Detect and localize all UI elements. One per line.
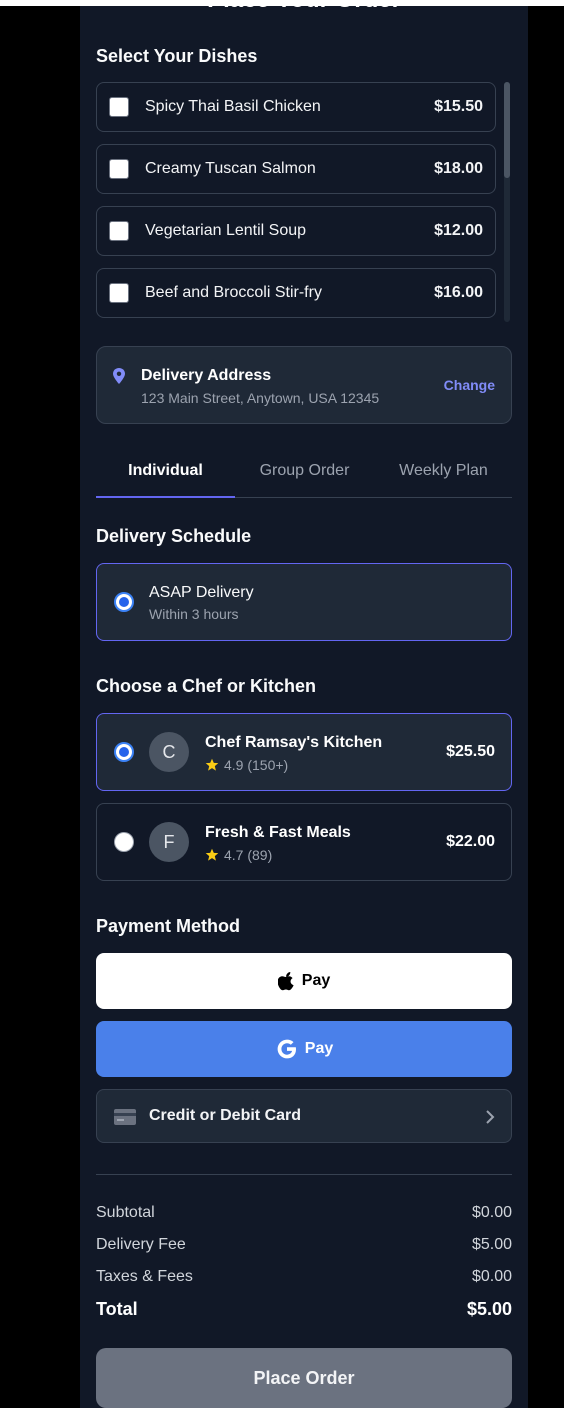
google-logo-icon <box>277 1039 296 1059</box>
chef-price: $25.50 <box>446 743 495 760</box>
chef-option[interactable]: C Chef Ramsay's Kitchen 4.9 (150+) $25.5… <box>96 713 512 791</box>
active-tab-indicator <box>96 496 235 498</box>
chef-rating: 4.9 (150+) <box>205 757 288 773</box>
delivery-fee-row: Delivery Fee $5.00 <box>96 1236 512 1254</box>
tab-group-order[interactable]: Group Order <box>235 462 374 480</box>
place-order-button[interactable]: Place Order <box>96 1348 512 1408</box>
schedule-section-title: Delivery Schedule <box>96 526 252 546</box>
dish-price: $15.50 <box>434 98 483 115</box>
total-value: $5.00 <box>466 1299 512 1319</box>
payment-section-title: Payment Method <box>96 916 241 936</box>
dish-list-scrollbar[interactable] <box>504 82 510 322</box>
change-address-link[interactable]: Change <box>444 377 495 393</box>
tab-weekly-plan[interactable]: Weekly Plan <box>374 462 513 480</box>
dish-item[interactable]: Spicy Thai Basil Chicken $15.50 <box>96 82 496 132</box>
chef-option[interactable]: F Fresh & Fast Meals 4.7 (89) $22.00 <box>96 803 512 881</box>
delivery-fee-value: $5.00 <box>471 1236 512 1253</box>
chef-avatar: F <box>149 822 189 862</box>
chef-rating-text: 4.9 (150+) <box>224 757 289 773</box>
chef-radio[interactable] <box>114 742 134 762</box>
chef-rating: 4.7 (89) <box>205 847 272 863</box>
chef-avatar: C <box>149 732 189 772</box>
dish-checkbox[interactable] <box>109 159 129 179</box>
taxes-value: $0.00 <box>471 1268 512 1285</box>
dish-item[interactable]: Beef and Broccoli Stir-fry $16.00 <box>96 268 496 318</box>
schedule-option-title: ASAP Delivery <box>149 584 254 601</box>
delivery-address-card: Delivery Address 123 Main Street, Anytow… <box>96 346 512 424</box>
asap-radio[interactable] <box>114 592 134 612</box>
star-icon <box>205 758 219 771</box>
location-pin-icon <box>113 368 125 384</box>
chef-name: Fresh & Fast Meals <box>205 824 351 841</box>
subtotal-label: Subtotal <box>96 1204 155 1221</box>
schedule-option-subtitle: Within 3 hours <box>149 606 239 622</box>
scrollbar-thumb[interactable] <box>504 82 510 178</box>
dish-name: Spicy Thai Basil Chicken <box>145 98 321 115</box>
subtotal-value: $0.00 <box>471 1204 512 1221</box>
apple-pay-button[interactable]: Pay <box>96 953 512 1009</box>
dish-item[interactable]: Vegetarian Lentil Soup $12.00 <box>96 206 496 256</box>
dish-checkbox[interactable] <box>109 283 129 303</box>
credit-card-label: Credit or Debit Card <box>149 1107 302 1124</box>
chef-rating-text: 4.7 (89) <box>224 847 273 863</box>
dish-name: Vegetarian Lentil Soup <box>145 222 307 239</box>
address-line: 123 Main Street, Anytown, USA 12345 <box>141 390 380 406</box>
page-title: Place Your Order <box>80 6 528 14</box>
dish-name: Creamy Tuscan Salmon <box>145 160 316 177</box>
dish-checkbox[interactable] <box>109 97 129 117</box>
chef-price: $22.00 <box>446 833 495 850</box>
dish-name: Beef and Broccoli Stir-fry <box>145 284 322 301</box>
chef-radio[interactable] <box>114 832 134 852</box>
total-label: Total <box>96 1299 138 1319</box>
order-panel: Place Your Order Select Your Dishes Spic… <box>80 6 528 1408</box>
dish-price: $16.00 <box>434 284 483 301</box>
chef-section-title: Choose a Chef or Kitchen <box>96 676 317 696</box>
subtotal-row: Subtotal $0.00 <box>96 1204 512 1222</box>
dish-price: $18.00 <box>434 160 483 177</box>
google-pay-label: Pay <box>304 1040 334 1057</box>
chef-name: Chef Ramsay's Kitchen <box>205 734 383 751</box>
google-pay-button[interactable]: Pay <box>96 1021 512 1077</box>
delivery-fee-label: Delivery Fee <box>96 1236 186 1253</box>
dish-checkbox[interactable] <box>109 221 129 241</box>
taxes-row: Taxes & Fees $0.00 <box>96 1268 512 1286</box>
credit-card-icon <box>114 1109 136 1125</box>
address-title: Delivery Address <box>141 367 272 384</box>
star-icon <box>205 848 219 861</box>
header: Place Your Order <box>80 6 528 18</box>
apple-logo-icon <box>277 972 294 991</box>
summary-divider <box>96 1174 512 1175</box>
chevron-right-icon <box>486 1110 495 1124</box>
asap-delivery-option[interactable]: ASAP Delivery Within 3 hours <box>96 563 512 641</box>
taxes-label: Taxes & Fees <box>96 1268 193 1285</box>
dishes-section-title: Select Your Dishes <box>96 46 258 66</box>
total-row: Total $5.00 <box>96 1299 512 1320</box>
dish-item[interactable]: Creamy Tuscan Salmon $18.00 <box>96 144 496 194</box>
apple-pay-label: Pay <box>301 972 331 989</box>
credit-card-button[interactable]: Credit or Debit Card <box>96 1089 512 1143</box>
tab-individual[interactable]: Individual <box>96 462 235 480</box>
dish-price: $12.00 <box>434 222 483 239</box>
order-type-tabs: Individual Group Order Weekly Plan <box>96 452 512 498</box>
